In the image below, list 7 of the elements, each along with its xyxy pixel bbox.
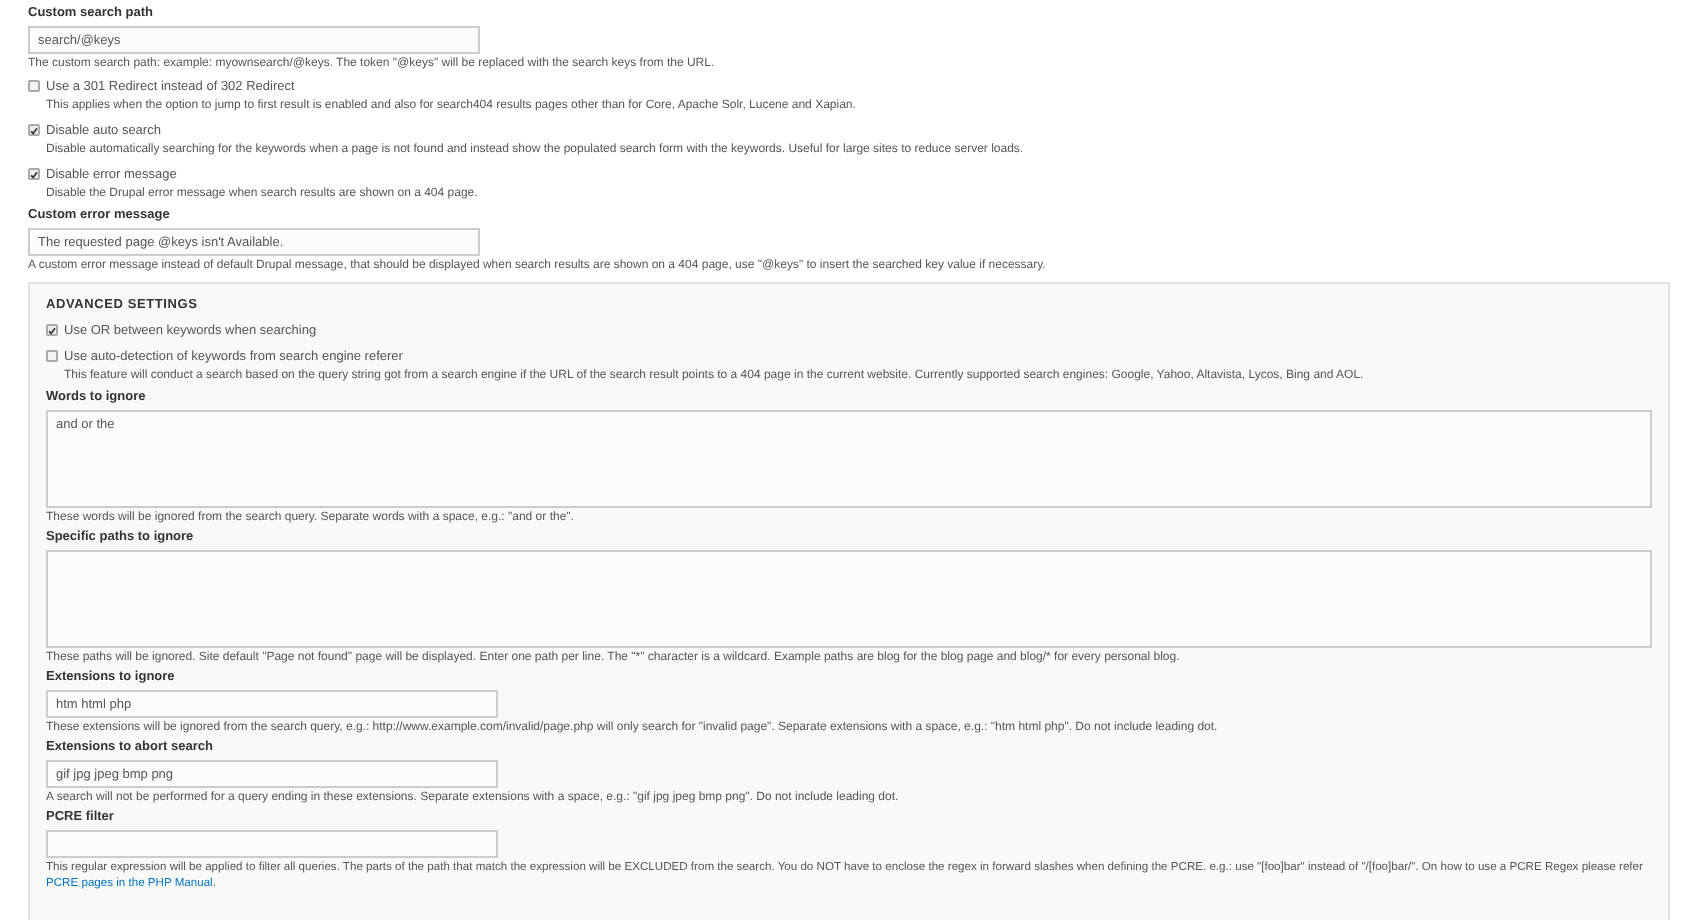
checkbox[interactable] xyxy=(46,350,58,362)
checkbox[interactable] xyxy=(46,324,58,336)
checkbox[interactable] xyxy=(28,168,40,180)
text-input[interactable] xyxy=(46,830,498,858)
checkbox[interactable] xyxy=(28,124,40,136)
text-area[interactable] xyxy=(46,550,1652,648)
checkbox[interactable] xyxy=(28,80,40,92)
